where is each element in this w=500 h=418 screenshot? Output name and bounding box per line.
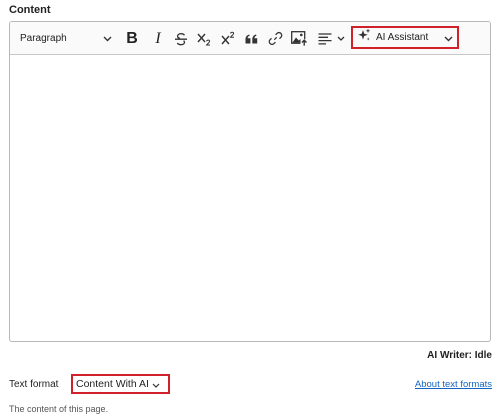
link-icon <box>268 31 283 46</box>
strikethrough-icon <box>174 32 188 46</box>
subscript-icon <box>196 31 212 46</box>
align-left-icon <box>318 32 332 45</box>
field-label: Content <box>9 4 51 16</box>
text-format-select[interactable]: Content With AI <box>71 374 170 394</box>
chevron-down-icon <box>152 375 160 393</box>
field-description: The content of this page. <box>9 404 109 414</box>
strikethrough-button[interactable] <box>170 22 192 55</box>
ai-assistant-label: AI Assistant <box>376 32 429 43</box>
blockquote-icon <box>245 34 258 44</box>
link-button[interactable] <box>264 22 286 55</box>
alignment-dropdown[interactable] <box>314 22 348 55</box>
superscript-icon <box>220 31 236 46</box>
paragraph-format-select[interactable]: Paragraph <box>14 22 118 55</box>
sparkle-icon <box>357 28 371 47</box>
italic-icon: I <box>155 29 161 47</box>
bold-icon: B <box>126 29 138 47</box>
chevron-down-icon <box>337 36 345 41</box>
text-format-value: Content With AI <box>76 378 149 390</box>
blockquote-button[interactable] <box>241 22 261 55</box>
superscript-button[interactable] <box>217 22 239 55</box>
rich-text-editor: Paragraph B I AI Assistant <box>9 21 491 342</box>
italic-button[interactable]: I <box>148 22 168 55</box>
paragraph-format-label: Paragraph <box>20 33 67 44</box>
bold-button[interactable]: B <box>122 22 142 55</box>
text-format-label: Text format <box>9 379 59 390</box>
editor-content-area[interactable] <box>10 55 490 341</box>
chevron-down-icon <box>103 36 112 42</box>
ai-assistant-dropdown[interactable]: AI Assistant <box>351 26 459 49</box>
chevron-down-icon <box>444 29 453 47</box>
about-text-formats-link[interactable]: About text formats <box>415 379 492 390</box>
ai-writer-status: AI Writer: Idle <box>427 350 492 361</box>
insert-image-icon <box>290 31 308 46</box>
editor-toolbar: Paragraph B I AI Assistant <box>10 22 490 55</box>
subscript-button[interactable] <box>193 22 215 55</box>
insert-image-button[interactable] <box>287 22 311 55</box>
